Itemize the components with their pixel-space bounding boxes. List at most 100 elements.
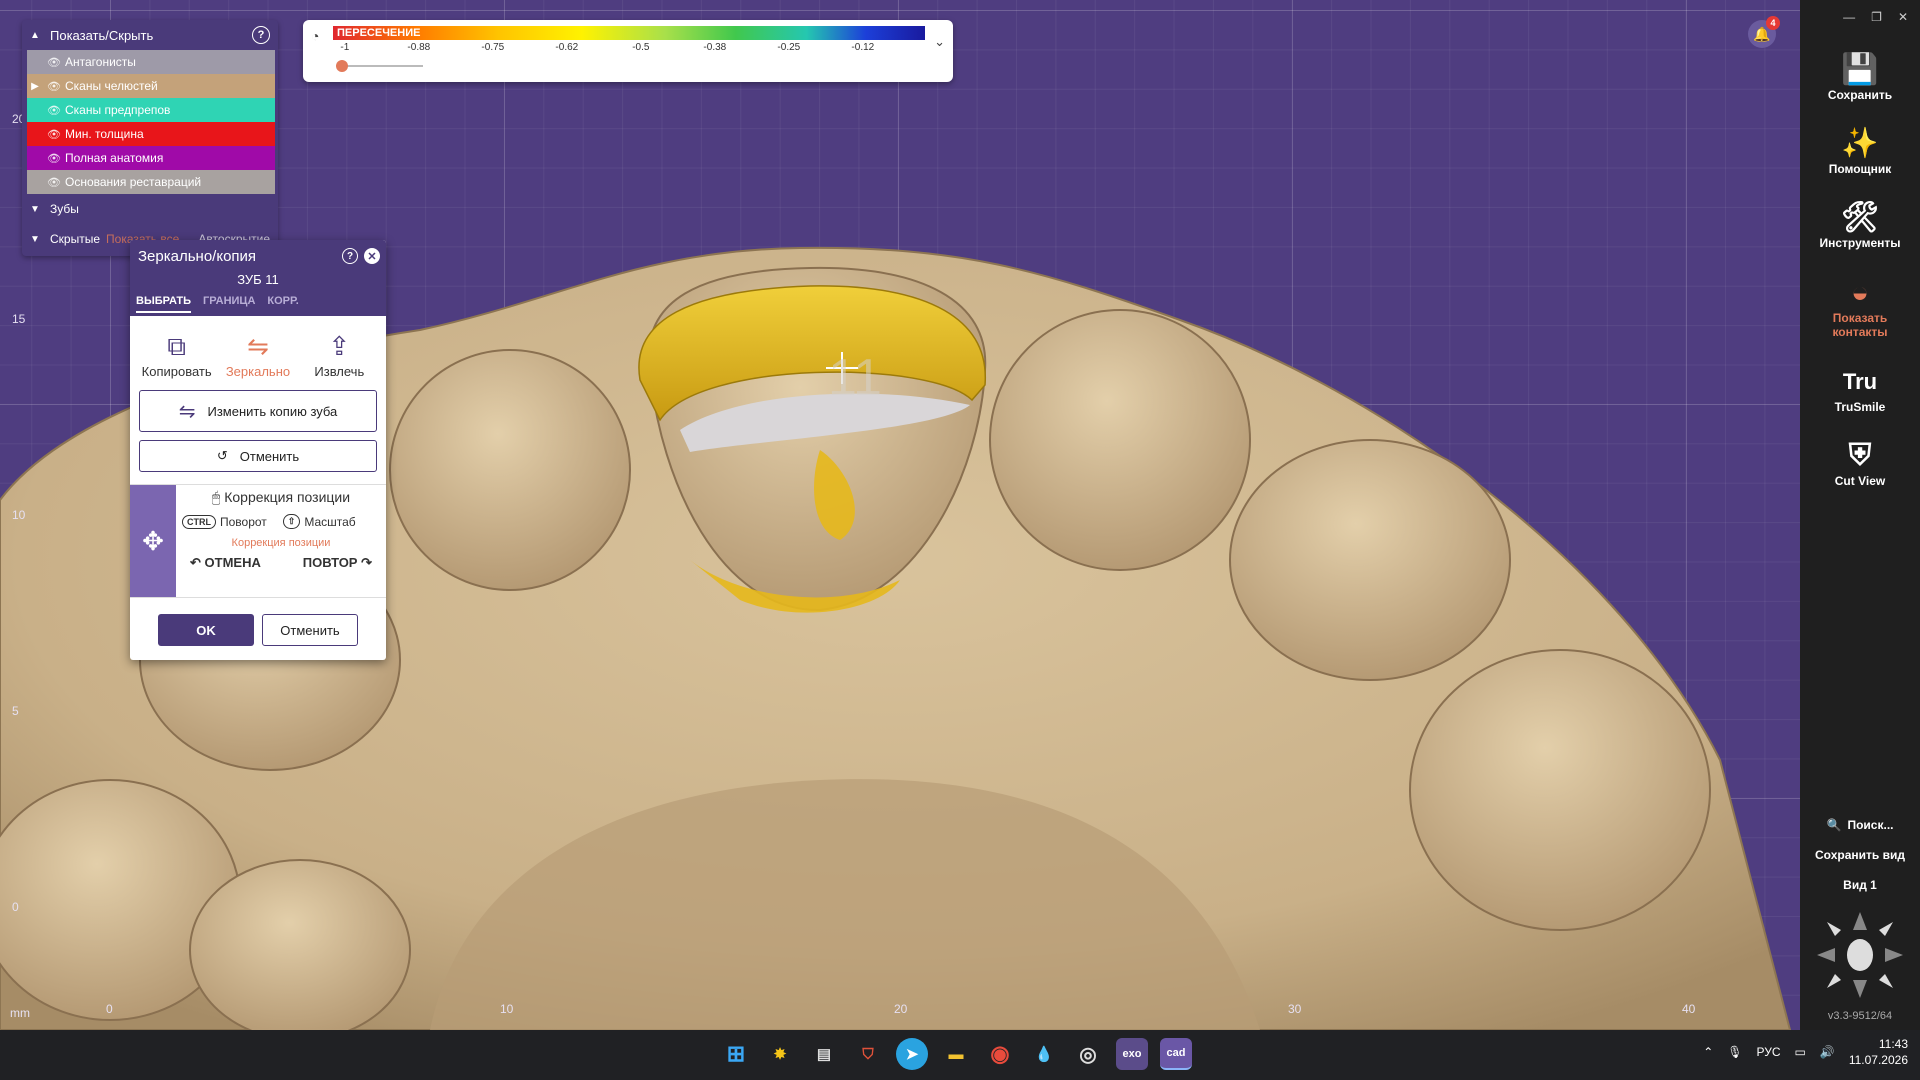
save-view-button[interactable]: Сохранить вид — [1800, 840, 1920, 870]
visibility-header[interactable]: ▲ Показать/Скрыть ? — [22, 20, 278, 50]
chevron-up-icon[interactable]: ▲ — [30, 30, 44, 41]
notifications-button[interactable]: 🔔 4 — [1748, 16, 1780, 48]
mirror-tooth-icon: ⇋ — [247, 331, 269, 361]
move-tooth-icon: ✥ — [130, 485, 176, 597]
chevron-down-icon[interactable]: ▼ — [30, 204, 44, 215]
redo-icon: ↷ — [357, 555, 372, 570]
layer-row[interactable]: 👁 Основания реставраций — [27, 170, 275, 194]
drop-icon[interactable]: 💧 — [1028, 1038, 1060, 1070]
eye-icon[interactable]: 👁 — [43, 80, 65, 93]
mode-copy-label: Копировать — [141, 364, 212, 379]
tool-tools-label: Инструменты — [1819, 236, 1901, 250]
help-icon[interactable]: ? — [252, 26, 270, 44]
layer-row[interactable]: ▶ 👁 Сканы челюстей — [27, 74, 275, 98]
layer-label: Сканы челюстей — [65, 79, 158, 93]
group-teeth[interactable]: ▼ Зубы — [22, 194, 278, 224]
y-tick: 0 — [12, 900, 19, 914]
mirror-tooth-icon: ⇋ — [178, 400, 196, 423]
language-indicator[interactable]: РУС — [1757, 1045, 1781, 1059]
layer-label: Полная анатомия — [65, 151, 164, 165]
help-icon[interactable]: ? — [342, 248, 358, 264]
chevron-down-icon[interactable]: ▼ — [30, 234, 44, 245]
threshold-slider[interactable] — [343, 65, 423, 67]
change-tooth-copy-button[interactable]: ⇋ Изменить копию зуба — [139, 390, 377, 432]
app-shield-icon[interactable]: ⛉ — [852, 1038, 884, 1070]
tooth-number-overlay: 11 — [828, 349, 882, 407]
x-tick: 30 — [1288, 1002, 1302, 1016]
redo-button[interactable]: ПОВТОР ↷ — [303, 555, 372, 571]
tool-contacts[interactable]: ◒ Показать контакты — [1800, 262, 1920, 352]
tool-trusmile[interactable]: Tru TruSmile — [1800, 352, 1920, 426]
eye-icon[interactable]: 👁 — [43, 152, 65, 165]
scale-tick: -0.88 — [407, 42, 431, 53]
start-button[interactable]: ⊞ — [720, 1038, 752, 1070]
tool-save[interactable]: 💾 Сохранить — [1800, 40, 1920, 114]
minimize-icon[interactable]: — — [1843, 10, 1855, 40]
close-icon[interactable]: ✕ — [364, 248, 380, 264]
wizard-icon: ✨ — [1841, 127, 1879, 160]
tab-correction[interactable]: КОРР. — [267, 295, 298, 313]
restore-icon[interactable]: ❐ — [1871, 10, 1882, 40]
scale-label: Масштаб — [304, 514, 356, 529]
layer-row[interactable]: 👁 Полная анатомия — [27, 146, 275, 170]
search-label: Поиск... — [1847, 818, 1894, 832]
visibility-panel: ▲ Показать/Скрыть ? 👁 Антагонисты ▶ 👁 Сканы … — [22, 20, 278, 256]
mode-extract[interactable]: ⇪ Извлечь — [300, 328, 378, 390]
files-icon[interactable]: ▬ — [940, 1038, 972, 1070]
eye-icon[interactable]: 👁 — [43, 128, 65, 141]
scale-title: ПЕРЕСЕЧЕНИЕ — [337, 27, 421, 39]
chevron-down-icon[interactable]: ⌄ — [934, 34, 945, 50]
cancel-button[interactable]: Отменить — [262, 614, 358, 646]
eye-icon[interactable]: 👁 — [43, 104, 65, 117]
chevron-up-icon[interactable]: ⌃ — [1703, 1045, 1713, 1059]
save-icon: 💾 — [1841, 53, 1879, 86]
y-tick: 10 — [12, 508, 26, 522]
app-star-icon[interactable]: ✸ — [764, 1038, 796, 1070]
mode-mirror[interactable]: ⇋ Зеркально — [219, 328, 297, 390]
tab-select[interactable]: ВЫБРАТЬ — [136, 295, 192, 313]
search-button[interactable]: 🔍 Поиск... — [1800, 810, 1920, 840]
undo-button[interactable]: ↶ ОТМЕНА — [190, 555, 261, 571]
obs-icon[interactable]: ◎ — [1072, 1038, 1104, 1070]
group-hidden-label: Скрытые — [50, 232, 101, 246]
tab-margin[interactable]: ГРАНИЦА — [203, 295, 255, 313]
layer-row[interactable]: 👁 Мин. толщина — [27, 122, 275, 146]
chevron-right-icon[interactable]: ▶ — [27, 81, 43, 92]
telegram-icon[interactable]: ➤ — [896, 1038, 928, 1070]
threshold-slider-knob[interactable] — [336, 60, 348, 72]
volume-icon[interactable]: 🔊 — [1820, 1045, 1835, 1059]
eye-icon[interactable]: 👁 — [43, 56, 65, 69]
tooth-right-3 — [1409, 649, 1711, 931]
tooth-left-4 — [189, 859, 411, 1030]
contacts-icon: ◒ — [1850, 276, 1870, 309]
dialog-title: Зеркально/копия — [138, 248, 257, 265]
chrome-icon[interactable]: ◉ — [984, 1038, 1016, 1070]
cad-app[interactable]: cad — [1160, 1038, 1192, 1070]
close-icon[interactable]: ✕ — [1898, 10, 1908, 40]
extract-tooth-icon: ⇪ — [328, 331, 351, 361]
clock[interactable]: 11:43 11.07.2026 — [1849, 1036, 1908, 1068]
view-compass[interactable] — [1800, 900, 1920, 1010]
tool-trusmile-label: TruSmile — [1834, 400, 1886, 414]
ok-button[interactable]: OK — [158, 614, 254, 646]
x-tick: 40 — [1682, 1002, 1696, 1016]
redo-label: ПОВТОР — [302, 555, 358, 570]
tool-cut-view[interactable]: ⛨ Cut View — [1800, 426, 1920, 500]
view-1-button[interactable]: Вид 1 — [1800, 870, 1920, 900]
layer-row[interactable]: 👁 Антагонисты — [27, 50, 275, 74]
layer-label: Сканы предпрепов — [65, 103, 171, 117]
undo-icon: ↺ — [216, 448, 228, 463]
scale-tick: -0.12 — [851, 42, 875, 53]
gauge-icon[interactable]: ◔ — [311, 28, 329, 46]
mode-copy[interactable]: ⧉ Копировать — [138, 328, 216, 390]
change-tooth-copy-label: Изменить копию зуба — [207, 403, 338, 419]
tool-tools[interactable]: 🛠 Инструменты — [1800, 188, 1920, 262]
eye-icon[interactable]: 👁 — [43, 176, 65, 189]
tool-wizard[interactable]: ✨ Помощник — [1800, 114, 1920, 188]
microphone-icon[interactable]: 🎙 — [1727, 1045, 1742, 1059]
app-news-icon[interactable]: ▤ — [808, 1038, 840, 1070]
undo-mirror-button[interactable]: ↺ Отменить — [139, 440, 377, 472]
network-icon[interactable]: ▭ — [1795, 1045, 1806, 1059]
layer-row[interactable]: 👁 Сканы предпрепов — [27, 98, 275, 122]
exo-app[interactable]: exo — [1116, 1038, 1148, 1070]
